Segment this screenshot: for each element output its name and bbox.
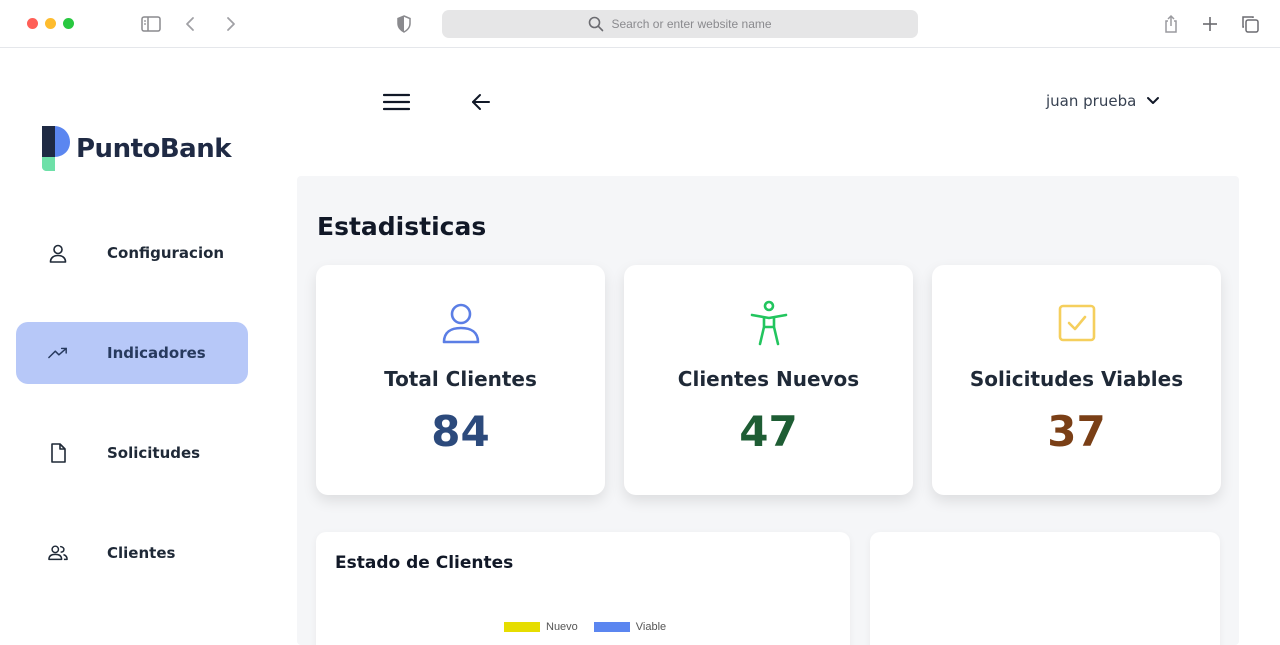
window-close-button[interactable]	[27, 18, 38, 29]
legend-item-viable[interactable]: Viable	[593, 621, 667, 633]
brand-name: PuntoBank	[76, 134, 232, 164]
user-icon	[48, 243, 68, 263]
legend-swatch	[504, 622, 540, 632]
address-bar[interactable]: Search or enter website name	[442, 10, 918, 38]
legend-item-nuevo[interactable]: Nuevo	[504, 621, 578, 633]
hamburger-icon	[382, 93, 411, 111]
stat-value: 37	[1047, 407, 1106, 456]
accessibility-icon	[747, 300, 791, 346]
tab-overview-icon[interactable]	[1238, 12, 1262, 36]
browser-forward-icon[interactable]	[219, 12, 243, 36]
stat-card-clientes-nuevos: Clientes Nuevos 47	[624, 265, 913, 495]
puntobank-logo-icon	[42, 126, 70, 171]
stat-value: 84	[431, 407, 490, 456]
user-outline-icon	[439, 301, 483, 345]
sidebar-item-label: Clientes	[107, 544, 176, 562]
address-placeholder: Search or enter website name	[611, 17, 772, 31]
privacy-shield-icon[interactable]	[392, 12, 416, 36]
stat-value: 47	[739, 407, 798, 456]
chevron-down-icon	[1147, 97, 1160, 104]
user-name: juan prueba	[1046, 92, 1137, 110]
sidebar-item-label: Configuracion	[107, 244, 225, 262]
menu-toggle-button[interactable]	[382, 93, 411, 111]
back-button[interactable]	[471, 92, 491, 112]
stat-card-total-clientes: Total Clientes 84	[316, 265, 605, 495]
chart-panel-estado-clientes: Estado de Clientes Nuevo Viable	[316, 532, 850, 645]
secondary-panel	[870, 532, 1220, 645]
window-minimize-button[interactable]	[45, 18, 56, 29]
sidebar-item-label: Solicitudes	[107, 444, 201, 462]
stat-card-solicitudes-viables: Solicitudes Viables 37	[932, 265, 1221, 495]
new-tab-icon[interactable]	[1198, 12, 1222, 36]
arrow-left-icon	[472, 94, 490, 110]
checkbox-icon	[1055, 301, 1099, 345]
sidebar-toggle-icon[interactable]	[139, 12, 163, 36]
page-title: Estadisticas	[317, 212, 487, 241]
sidebar-item-indicadores[interactable]: Indicadores	[16, 322, 248, 384]
browser-toolbar: Search or enter website name	[0, 0, 1280, 48]
stat-label: Clientes Nuevos	[677, 367, 860, 391]
sidebar-item-configuracion[interactable]: Configuracion	[16, 222, 248, 284]
brand-logo[interactable]: PuntoBank	[40, 126, 232, 172]
legend-label: Viable	[635, 621, 667, 633]
share-icon[interactable]	[1159, 12, 1183, 36]
sidebar-item-solicitudes[interactable]: Solicitudes	[16, 422, 248, 484]
stat-label: Total Clientes	[384, 367, 537, 391]
legend-swatch	[593, 622, 630, 632]
chart-title: Estado de Clientes	[335, 553, 514, 573]
sidebar-item-clientes[interactable]: Clientes	[16, 522, 248, 584]
window-zoom-button[interactable]	[63, 18, 74, 29]
trending-up-icon	[48, 343, 68, 363]
users-icon	[48, 543, 68, 563]
legend-label: Nuevo	[546, 621, 578, 633]
chart-legend: Nuevo Viable	[504, 621, 676, 633]
user-menu[interactable]: juan prueba	[1046, 92, 1160, 110]
search-icon	[589, 16, 604, 32]
browser-back-icon[interactable]	[178, 12, 202, 36]
stat-label: Solicitudes Viables	[969, 367, 1184, 391]
sidebar-item-label: Indicadores	[107, 344, 206, 362]
file-icon	[48, 443, 68, 463]
